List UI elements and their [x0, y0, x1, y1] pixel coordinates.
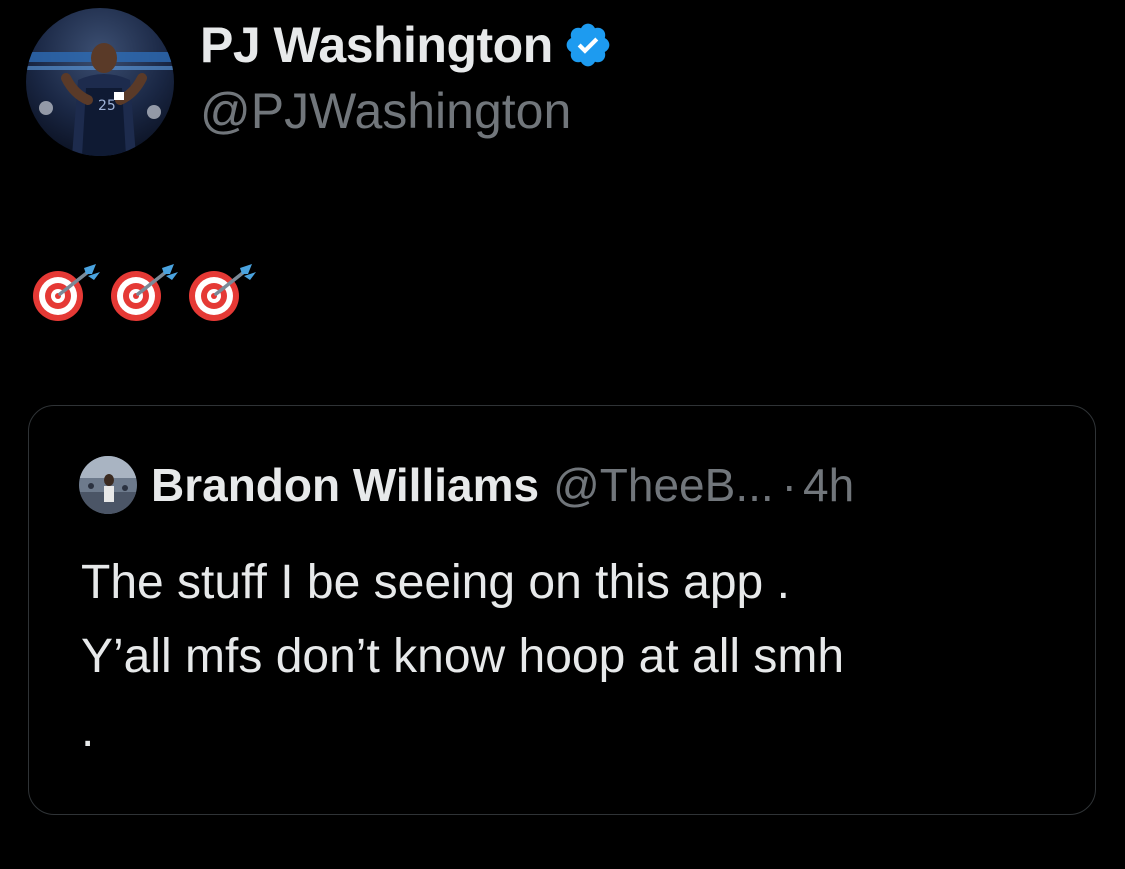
direct-hit-target-icon	[186, 262, 260, 324]
quoted-tweet-timestamp[interactable]: 4h	[803, 458, 854, 512]
header-separator: ·	[781, 459, 797, 511]
direct-hit-target-icon	[108, 262, 182, 324]
quoted-author-handle[interactable]: @TheeB...	[553, 458, 774, 512]
quoted-author-avatar[interactable]	[79, 456, 137, 514]
quoted-tweet-text: The stuff I be seeing on this app . Y’al…	[81, 546, 1071, 768]
quoted-tweet-line: .	[81, 704, 95, 757]
direct-hit-target-icon	[30, 262, 104, 324]
verified-badge-icon	[563, 20, 613, 70]
tweet-header: 25 PJ Washington @PJWashington	[26, 8, 613, 156]
svg-text:25: 25	[98, 98, 116, 114]
quoted-tweet-card[interactable]: Brandon Williams @TheeB... · 4h The stuf…	[28, 405, 1096, 815]
author-display-name[interactable]: PJ Washington	[200, 16, 553, 74]
quoted-author-display-name[interactable]: Brandon Williams	[151, 458, 539, 512]
quoted-tweet-line: Y’all mfs don’t know hoop at all smh	[81, 630, 845, 683]
quoted-tweet-line: The stuff I be seeing on this app .	[81, 556, 790, 609]
author-avatar[interactable]: 25	[26, 8, 174, 156]
author-handle[interactable]: @PJWashington	[200, 82, 613, 140]
quoted-tweet-header: Brandon Williams @TheeB... · 4h	[79, 456, 854, 514]
tweet-text	[30, 262, 260, 324]
